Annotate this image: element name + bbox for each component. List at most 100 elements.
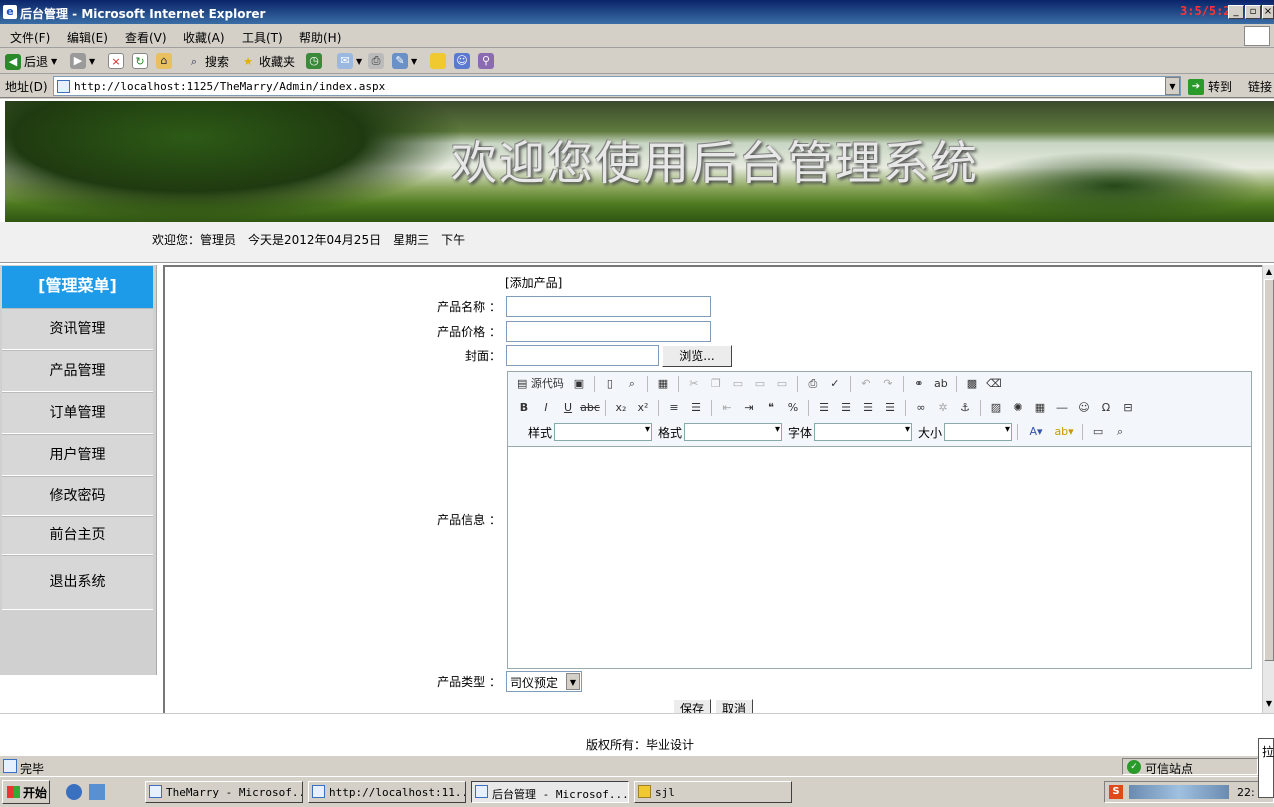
folder-button[interactable] (430, 53, 446, 69)
refresh-button[interactable]: ↻ (132, 53, 148, 69)
blockquote-icon[interactable]: ❝ (761, 398, 781, 418)
go-button[interactable]: ➔ 转到 (1188, 78, 1232, 95)
flash-icon[interactable]: ✺ (1008, 398, 1028, 418)
text-color-icon[interactable]: A▾ (1023, 422, 1049, 442)
align-center-icon[interactable]: ☰ (836, 398, 856, 418)
font-select[interactable] (814, 423, 913, 441)
sidebar-item-logout[interactable]: 退出系统 (2, 555, 153, 610)
undo-icon[interactable]: ↶ (856, 374, 876, 394)
product-name-input[interactable] (506, 296, 711, 317)
page-break-icon[interactable]: ⊟ (1118, 398, 1138, 418)
size-select[interactable] (944, 423, 1013, 441)
cancel-button[interactable]: 取消 (715, 699, 753, 713)
stop-button[interactable]: × (108, 53, 124, 69)
scroll-thumb[interactable] (1264, 279, 1274, 661)
start-button[interactable]: 开始 (2, 780, 50, 804)
source-code-button[interactable]: ▤ 源代码 (514, 374, 567, 394)
bg-color-icon[interactable]: ab▾ (1051, 422, 1077, 442)
sogou-ime-icon[interactable]: S (1109, 785, 1123, 799)
create-div-icon[interactable]: % (783, 398, 803, 418)
style-select[interactable] (554, 423, 653, 441)
subscript-icon[interactable]: x₂ (611, 398, 631, 418)
sidebar-item-news[interactable]: 资讯管理 (2, 308, 153, 350)
product-price-input[interactable] (506, 321, 711, 342)
taskbar-item[interactable]: TheMarry - Microsof... (145, 781, 303, 803)
tray-icons[interactable] (1129, 785, 1229, 799)
special-char-icon[interactable]: Ω (1096, 398, 1116, 418)
align-left-icon[interactable]: ☰ (814, 398, 834, 418)
paste-text-icon[interactable]: ▭ (750, 374, 770, 394)
underline-icon[interactable]: U (558, 398, 578, 418)
browse-button[interactable]: 浏览... (662, 345, 732, 367)
preview-icon[interactable]: ⌕ (622, 374, 642, 394)
cut-icon[interactable]: ✂ (684, 374, 704, 394)
ie-quicklaunch-icon[interactable] (66, 784, 82, 800)
favorites-button[interactable]: ★ 收藏夹 (240, 53, 295, 70)
indent-icon[interactable]: ⇥ (739, 398, 759, 418)
remove-format-icon[interactable]: ⌫ (984, 374, 1004, 394)
link-icon[interactable]: ∞ (911, 398, 931, 418)
menu-favorites[interactable]: 收藏(A) (183, 29, 225, 46)
table-icon[interactable]: ▦ (1030, 398, 1050, 418)
unlink-icon[interactable]: ✲ (933, 398, 953, 418)
sidebar-item-products[interactable]: 产品管理 (2, 350, 153, 392)
outdent-icon[interactable]: ⇤ (717, 398, 737, 418)
mail-button[interactable]: ✉ ▼ (337, 53, 362, 69)
taskbar-item[interactable]: sjl (634, 781, 792, 803)
sidebar-item-frontpage[interactable]: 前台主页 (2, 516, 153, 555)
show-blocks-icon[interactable]: ⌕ (1110, 422, 1130, 442)
anchor-icon[interactable]: ⚓ (955, 398, 975, 418)
redo-icon[interactable]: ↷ (878, 374, 898, 394)
restore-button[interactable]: ▫ (1245, 5, 1261, 19)
edit-button[interactable]: ✎ ▼ (392, 53, 417, 69)
desktop-quicklaunch-icon[interactable] (89, 784, 105, 800)
find-icon[interactable]: ⚭ (909, 374, 929, 394)
forward-button[interactable]: ▶ ▼ (70, 53, 95, 69)
horizontal-rule-icon[interactable]: ― (1052, 398, 1072, 418)
taskbar-item[interactable]: http://localhost:11... (308, 781, 466, 803)
copy-icon[interactable]: ❐ (706, 374, 726, 394)
sidebar-item-users[interactable]: 用户管理 (2, 434, 153, 476)
numbered-list-icon[interactable]: ≡ (664, 398, 684, 418)
research-button[interactable]: ⚲ (478, 53, 494, 69)
save-doc-icon[interactable]: ▣ (569, 374, 589, 394)
bold-icon[interactable]: B (514, 398, 534, 418)
print-icon[interactable]: ⎙ (803, 374, 823, 394)
new-page-icon[interactable]: ▯ (600, 374, 620, 394)
save-button[interactable]: 保存 (673, 699, 711, 713)
select-all-icon[interactable]: ▩ (962, 374, 982, 394)
menu-file[interactable]: 文件(F) (10, 29, 50, 46)
ime-status-window[interactable]: 拉 (1258, 738, 1274, 798)
search-button[interactable]: ⌕ 搜索 (186, 53, 229, 70)
back-button[interactable]: ◀ 后退 ▼ (5, 53, 57, 70)
align-justify-icon[interactable]: ☰ (880, 398, 900, 418)
address-dropdown-button[interactable]: ▼ (1165, 77, 1180, 95)
messenger-button[interactable]: ☺ (454, 53, 470, 69)
sidebar-item-change-password[interactable]: 修改密码 (2, 476, 153, 516)
page-scrollbar[interactable]: ▲ ▼ (1262, 265, 1274, 713)
image-icon[interactable]: ▨ (986, 398, 1006, 418)
format-select[interactable] (684, 423, 783, 441)
minimize-button[interactable]: _ (1228, 5, 1244, 19)
maximize-icon[interactable]: ▭ (1088, 422, 1108, 442)
smiley-icon[interactable]: ☺ (1074, 398, 1094, 418)
menu-help[interactable]: 帮助(H) (299, 29, 341, 46)
italic-icon[interactable]: I (536, 398, 556, 418)
taskbar-item-active[interactable]: 后台管理 - Microsof... (471, 781, 629, 803)
scroll-up-icon[interactable]: ▲ (1263, 266, 1274, 278)
menu-edit[interactable]: 编辑(E) (67, 29, 108, 46)
align-right-icon[interactable]: ☰ (858, 398, 878, 418)
home-button[interactable]: ⌂ (156, 53, 172, 69)
menu-tools[interactable]: 工具(T) (242, 29, 283, 46)
menu-view[interactable]: 查看(V) (125, 29, 167, 46)
superscript-icon[interactable]: x² (633, 398, 653, 418)
print-button[interactable]: ⎙ (368, 53, 384, 69)
cover-file-input[interactable] (506, 345, 659, 366)
address-input[interactable]: http://localhost:1125/TheMarry/Admin/ind… (53, 76, 1181, 96)
links-button[interactable]: 链接 (1248, 78, 1272, 95)
strikethrough-icon[interactable]: abc (580, 398, 600, 418)
history-button[interactable]: ◷ (306, 53, 322, 69)
scroll-down-icon[interactable]: ▼ (1263, 698, 1274, 710)
paste-icon[interactable]: ▭ (728, 374, 748, 394)
paste-word-icon[interactable]: ▭ (772, 374, 792, 394)
